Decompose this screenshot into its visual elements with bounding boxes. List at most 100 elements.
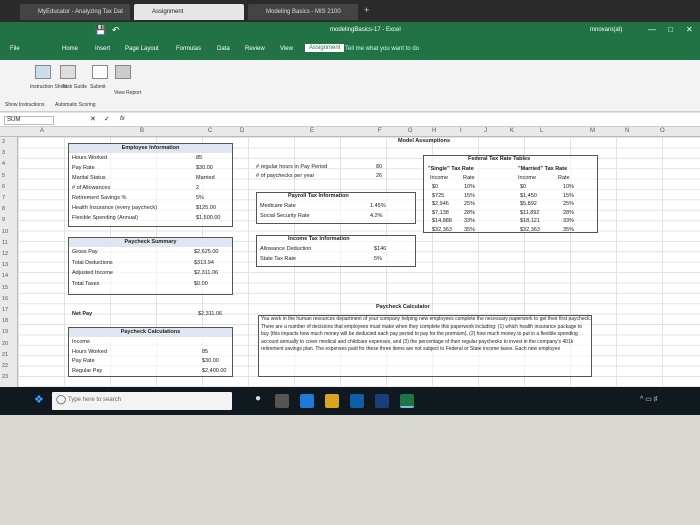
submit-button[interactable]: Submit xyxy=(90,84,106,90)
close-icon[interactable]: ✕ xyxy=(686,25,693,34)
save-icon[interactable]: 💾 xyxy=(95,25,106,36)
enter-icon[interactable]: ✓ xyxy=(104,115,110,123)
tax-table-cell[interactable]: 25% xyxy=(563,201,574,208)
tax-table-cell[interactable]: 28% xyxy=(464,210,475,217)
cell-value[interactable]: Married xyxy=(196,175,215,182)
windows-start-icon[interactable]: ❖ xyxy=(34,393,44,406)
cell-label[interactable]: Hours Worked xyxy=(72,349,107,356)
row-header[interactable]: 16 xyxy=(2,296,8,302)
row-header[interactable]: 17 xyxy=(2,307,8,313)
cell-label[interactable]: # of Allowances xyxy=(72,185,110,192)
row-header[interactable]: 8 xyxy=(2,206,5,212)
browser-tab[interactable]: MyEducator - Analyzing Tax Dat xyxy=(20,4,130,20)
cell-label[interactable]: Medicare Rate xyxy=(260,203,296,210)
column-header[interactable]: G xyxy=(408,128,413,134)
tax-table-cell[interactable]: $725 xyxy=(432,193,444,200)
cell-label[interactable]: # of paychecks per year xyxy=(256,173,314,180)
row-header[interactable]: 12 xyxy=(2,251,8,257)
column-header[interactable]: D xyxy=(240,128,244,134)
tax-table-cell[interactable]: 35% xyxy=(464,227,475,234)
cell-value[interactable]: 85 xyxy=(202,349,208,356)
row-header[interactable]: 20 xyxy=(2,341,8,347)
formula-input[interactable] xyxy=(140,116,690,125)
cell-value[interactable]: $125.00 xyxy=(196,205,216,212)
submit-icon[interactable] xyxy=(92,65,108,79)
cell-label[interactable]: Gross Pay xyxy=(72,249,98,256)
edge-icon[interactable] xyxy=(300,394,314,408)
cell-value[interactable]: $2,625.00 xyxy=(194,249,218,256)
tell-me-box[interactable]: Tell me what you want to do xyxy=(345,46,419,52)
tab-data[interactable]: Data xyxy=(217,46,230,52)
column-header[interactable]: J xyxy=(484,128,487,134)
row-header[interactable]: 5 xyxy=(2,173,5,179)
cell-value[interactable]: 2 xyxy=(196,185,199,192)
tax-table-cell[interactable]: 10% xyxy=(464,184,475,191)
taskbar-search[interactable]: ◯ Type here to search xyxy=(52,392,232,410)
minimize-icon[interactable]: — xyxy=(648,25,656,34)
tax-table-cell[interactable]: $1,450 xyxy=(520,193,537,200)
row-header[interactable]: 7 xyxy=(2,195,5,201)
row-header[interactable]: 6 xyxy=(2,184,5,190)
tax-table-cell[interactable]: 33% xyxy=(563,218,574,225)
cell-value[interactable]: $0.00 xyxy=(194,281,208,288)
tax-table-cell[interactable]: 33% xyxy=(464,218,475,225)
row-header[interactable]: 19 xyxy=(2,329,8,335)
cell-label[interactable]: Regular Pay xyxy=(72,368,102,375)
column-header[interactable]: M xyxy=(590,128,595,134)
tax-table-cell[interactable]: $0 xyxy=(520,184,526,191)
cell-value[interactable]: 4.2% xyxy=(370,213,383,220)
task-guide-icon[interactable] xyxy=(60,65,76,79)
tab-page-layout[interactable]: Page Layout xyxy=(125,46,159,52)
cell-label[interactable]: Adjusted Income xyxy=(72,270,113,277)
column-header[interactable]: N xyxy=(625,128,629,134)
instruction-sheet-icon[interactable] xyxy=(35,65,51,79)
net-pay-value[interactable]: $2,311.06 xyxy=(198,311,222,318)
cell-label[interactable]: Allowance Deduction xyxy=(260,246,311,253)
row-header[interactable]: 15 xyxy=(2,285,8,291)
row-header[interactable]: 11 xyxy=(2,240,8,246)
row-header[interactable]: 18 xyxy=(2,318,8,324)
cell-value[interactable]: $2,400.00 xyxy=(202,368,226,375)
cell-label[interactable]: Total Taxes xyxy=(72,281,99,288)
cell-label[interactable]: Total Deductions xyxy=(72,260,113,267)
cell-label[interactable]: Flexible Spending (Annual) xyxy=(72,215,138,222)
excel-taskbar-icon[interactable] xyxy=(400,394,414,408)
browser-tab-active[interactable]: Assignment xyxy=(134,4,244,20)
tax-table-cell[interactable]: $14,888 xyxy=(432,218,452,225)
row-header[interactable]: 3 xyxy=(2,150,5,156)
cell-value[interactable]: 80 xyxy=(376,164,382,171)
cell-label[interactable]: Retirement Savings % xyxy=(72,195,126,202)
cell-value[interactable]: 5% xyxy=(374,256,382,263)
cell-label[interactable]: Income xyxy=(72,339,90,346)
column-header[interactable]: O xyxy=(660,128,665,134)
column-header[interactable]: F xyxy=(378,128,382,134)
column-header[interactable]: C xyxy=(208,128,212,134)
tab-formulas[interactable]: Formulas xyxy=(176,46,201,52)
row-header[interactable]: 9 xyxy=(2,217,5,223)
view-report-button[interactable]: View Report xyxy=(114,90,141,96)
column-header[interactable]: B xyxy=(140,128,144,134)
user-name[interactable]: mnovaro(at) xyxy=(590,27,622,33)
cell-value[interactable]: $1,500.00 xyxy=(196,215,220,222)
row-header[interactable]: 13 xyxy=(2,262,8,268)
tab-review[interactable]: Review xyxy=(245,46,265,52)
cancel-icon[interactable]: ✕ xyxy=(90,115,96,123)
undo-icon[interactable]: ↶ xyxy=(112,25,120,36)
cell-label[interactable]: Social Security Rate xyxy=(260,213,310,220)
tax-table-cell[interactable]: $18,121 xyxy=(520,218,540,225)
net-pay-label[interactable]: Net Pay xyxy=(72,311,92,318)
tax-table-cell[interactable]: $2,946 xyxy=(432,201,449,208)
column-header[interactable]: E xyxy=(310,128,314,134)
row-header[interactable]: 14 xyxy=(2,273,8,279)
tax-table-cell[interactable]: $7,138 xyxy=(432,210,449,217)
task-view-icon[interactable] xyxy=(275,394,289,408)
tax-table-cell[interactable]: 25% xyxy=(464,201,475,208)
row-header[interactable]: 22 xyxy=(2,363,8,369)
cell-value[interactable]: 1.45% xyxy=(370,203,386,210)
cell-value[interactable]: $2,311.06 xyxy=(194,270,218,277)
cell-value[interactable]: $313.94 xyxy=(194,260,214,267)
tax-table-cell[interactable]: 35% xyxy=(563,227,574,234)
name-box[interactable]: SUM xyxy=(4,116,54,125)
cell-value[interactable]: $30.00 xyxy=(202,358,219,365)
cell-label[interactable]: Pay Rate xyxy=(72,358,95,365)
